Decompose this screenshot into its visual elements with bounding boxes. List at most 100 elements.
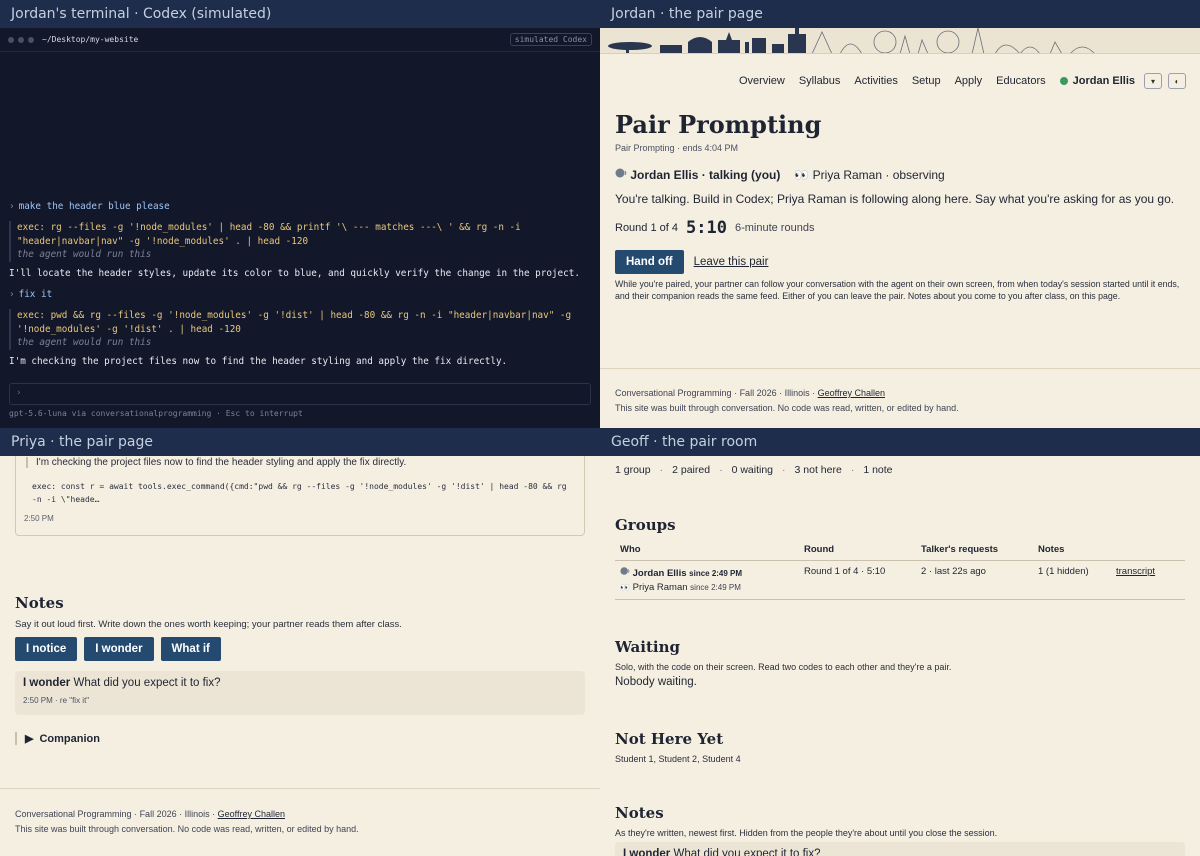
footer-note: This site was built through conversation… bbox=[615, 403, 959, 413]
note-text: What did you expect it to fix? bbox=[73, 677, 221, 689]
talker-role: Jordan Ellis · talking (you) bbox=[615, 167, 780, 182]
top-nav: Overview Syllabus Activities Setup Apply… bbox=[600, 54, 1200, 100]
pair-page: I'm checking the project files now to fi… bbox=[0, 456, 600, 856]
footer-term: Fall 2026 bbox=[139, 809, 177, 819]
companion-toggle[interactable]: ▶ Companion bbox=[15, 732, 100, 745]
observer-entry: 👀 Priya Raman since 2:49 PM bbox=[620, 582, 794, 593]
talk-instructions: You're talking. Build in Codex; Priya Ra… bbox=[615, 192, 1175, 206]
hand-off-button[interactable]: Hand off bbox=[615, 250, 684, 274]
caret-right-icon: ▶ bbox=[25, 733, 34, 745]
notes-heading: Notes bbox=[15, 594, 64, 612]
footer-author-link[interactable]: Geoffrey Challen bbox=[818, 388, 885, 398]
terminal-path: ~/Desktop/my-website bbox=[42, 35, 139, 44]
nav-overview[interactable]: Overview bbox=[739, 75, 785, 87]
what-if-button[interactable]: What if bbox=[160, 637, 221, 661]
stat-paired: 2 paired bbox=[672, 464, 711, 476]
requests-cell: 2 · last 22s ago bbox=[916, 560, 1033, 600]
col-who: Who bbox=[615, 541, 799, 561]
nav-setup[interactable]: Setup bbox=[912, 75, 941, 87]
observer-role: 👀 Priya Raman · observing bbox=[794, 168, 944, 182]
exec-command: exec: pwd && rg --files -g '!node_module… bbox=[17, 310, 572, 322]
col-requests: Talker's requests bbox=[916, 541, 1033, 561]
panel-header: Priya · the pair page bbox=[0, 428, 600, 456]
window-dot-icon[interactable] bbox=[8, 36, 14, 43]
groups-table: Who Round Talker's requests Notes Jordan… bbox=[615, 541, 1185, 600]
theme-toggle-icon[interactable]: ◐ bbox=[1168, 73, 1186, 89]
exec-code-line: exec: const r = await tools.exec_command… bbox=[32, 482, 567, 491]
agent-message: I'll locate the header styles, update it… bbox=[9, 267, 580, 279]
nav-activities[interactable]: Activities bbox=[854, 75, 897, 87]
i-wonder-button[interactable]: I wonder bbox=[84, 637, 154, 661]
table-header-row: Who Round Talker's requests Notes bbox=[615, 541, 1185, 561]
waiting-empty: Nobody waiting. bbox=[615, 676, 697, 688]
page-title: Pair Prompting bbox=[615, 110, 822, 139]
terminal-titlebar: ~/Desktop/my-website simulated Codex bbox=[0, 28, 600, 52]
speaking-head-icon bbox=[615, 168, 627, 178]
groups-heading: Groups bbox=[615, 516, 676, 534]
companion-label: Companion bbox=[39, 732, 100, 745]
footer-divider bbox=[0, 788, 600, 789]
note-kind: I wonder bbox=[23, 677, 71, 689]
pair-explanation: While you're paired, your partner can fo… bbox=[615, 279, 1180, 301]
transcript-link[interactable]: transcript bbox=[1116, 566, 1155, 577]
terminal-output: › make the header blue please exec: rg --… bbox=[0, 200, 600, 376]
footer-term: Fall 2026 bbox=[739, 388, 777, 398]
i-notice-button[interactable]: I notice bbox=[15, 637, 78, 661]
transcript-card: I'm checking the project files now to fi… bbox=[15, 456, 585, 536]
prompt-chevron-icon: › bbox=[9, 289, 15, 301]
terminal-input[interactable]: › bbox=[9, 383, 591, 405]
jordan-terminal-panel: Jordan's terminal · Codex (simulated) ~/… bbox=[0, 0, 600, 428]
round-label: Round 1 of 4 bbox=[615, 222, 678, 234]
user-prompt-text: make the header blue please bbox=[18, 201, 170, 212]
window-dot-icon[interactable] bbox=[18, 36, 24, 43]
waiting-heading: Waiting bbox=[615, 638, 680, 656]
note-body: I wonder What did you expect it to fix? bbox=[623, 848, 1177, 856]
observer-label: Priya Raman · observing bbox=[812, 167, 945, 182]
site-footer: Conversational Programming · Fall 2026 ·… bbox=[615, 386, 959, 416]
user-name: Jordan Ellis bbox=[1072, 75, 1135, 87]
footer-author-link[interactable]: Geoffrey Challen bbox=[218, 809, 285, 819]
col-round: Round bbox=[799, 541, 916, 561]
not-here-heading: Not Here Yet bbox=[615, 730, 724, 748]
pair-page: Overview Syllabus Activities Setup Apply… bbox=[600, 28, 1200, 428]
panel-header: Geoff · the pair room bbox=[600, 428, 1200, 456]
notes-cell: 1 (1 hidden) bbox=[1033, 560, 1111, 600]
note-body: I wonder What did you expect it to fix? bbox=[23, 677, 577, 689]
exec-command: "header|navbar|nav" -g '!node_modules' .… bbox=[17, 235, 309, 247]
user-prompt: › make the header blue please bbox=[0, 200, 600, 213]
talker-name: Jordan Ellis bbox=[632, 568, 687, 579]
agent-message: I'm checking the project files now to fi… bbox=[9, 355, 508, 367]
talker-since: since 2:49 PM bbox=[689, 569, 743, 578]
footer-course: Conversational Programming bbox=[15, 809, 132, 819]
talker-entry: Jordan Ellis since 2:49 PM bbox=[620, 566, 794, 579]
observer-name: Priya Raman bbox=[632, 582, 688, 593]
jordan-pair-page-panel: Jordan · the pair page Overview Syllabus… bbox=[600, 0, 1200, 428]
note-buttons: I notice I wonder What if bbox=[15, 637, 221, 661]
chevron-down-icon[interactable]: ▾ bbox=[1144, 73, 1162, 89]
pair-actions: Hand off Leave this pair bbox=[615, 250, 1200, 274]
user-prompt-text: fix it bbox=[18, 289, 53, 301]
window-dot-icon[interactable] bbox=[28, 36, 34, 43]
stat-not-here: 3 not here bbox=[794, 464, 842, 476]
user-prompt: › fix it bbox=[0, 288, 600, 301]
panel-header: Jordan's terminal · Codex (simulated) bbox=[0, 0, 600, 28]
exec-command: exec: rg --files -g '!node_modules' | he… bbox=[17, 222, 521, 234]
nav-apply[interactable]: Apply bbox=[955, 75, 983, 87]
transcript-time: 2:50 PM bbox=[24, 514, 54, 523]
footer-credits: Conversational Programming · Fall 2026 ·… bbox=[15, 809, 285, 819]
exec-block: exec: pwd && rg --files -g '!node_module… bbox=[9, 309, 600, 350]
prompt-chevron-icon: › bbox=[9, 201, 15, 212]
pair-room: 1 group · 2 paired · 0 waiting · 3 not here… bbox=[600, 456, 1200, 856]
leave-pair-link[interactable]: Leave this pair bbox=[694, 256, 769, 268]
not-here-list: Student 1, Student 2, Student 4 bbox=[615, 754, 741, 764]
nav-educators[interactable]: Educators bbox=[996, 75, 1046, 87]
round-timer: 5:10 bbox=[686, 218, 727, 238]
user-indicator[interactable]: Jordan Ellis bbox=[1059, 75, 1135, 87]
simulated-badge: simulated Codex bbox=[509, 33, 592, 46]
eyes-icon: 👀 bbox=[620, 583, 630, 592]
exec-note: the agent would run this bbox=[17, 249, 152, 261]
exec-note: the agent would run this bbox=[17, 337, 152, 349]
nav-syllabus[interactable]: Syllabus bbox=[799, 75, 841, 87]
exec-block: exec: rg --files -g '!node_modules' | he… bbox=[9, 221, 600, 262]
site-footer: Conversational Programming · Fall 2026 ·… bbox=[15, 807, 359, 837]
